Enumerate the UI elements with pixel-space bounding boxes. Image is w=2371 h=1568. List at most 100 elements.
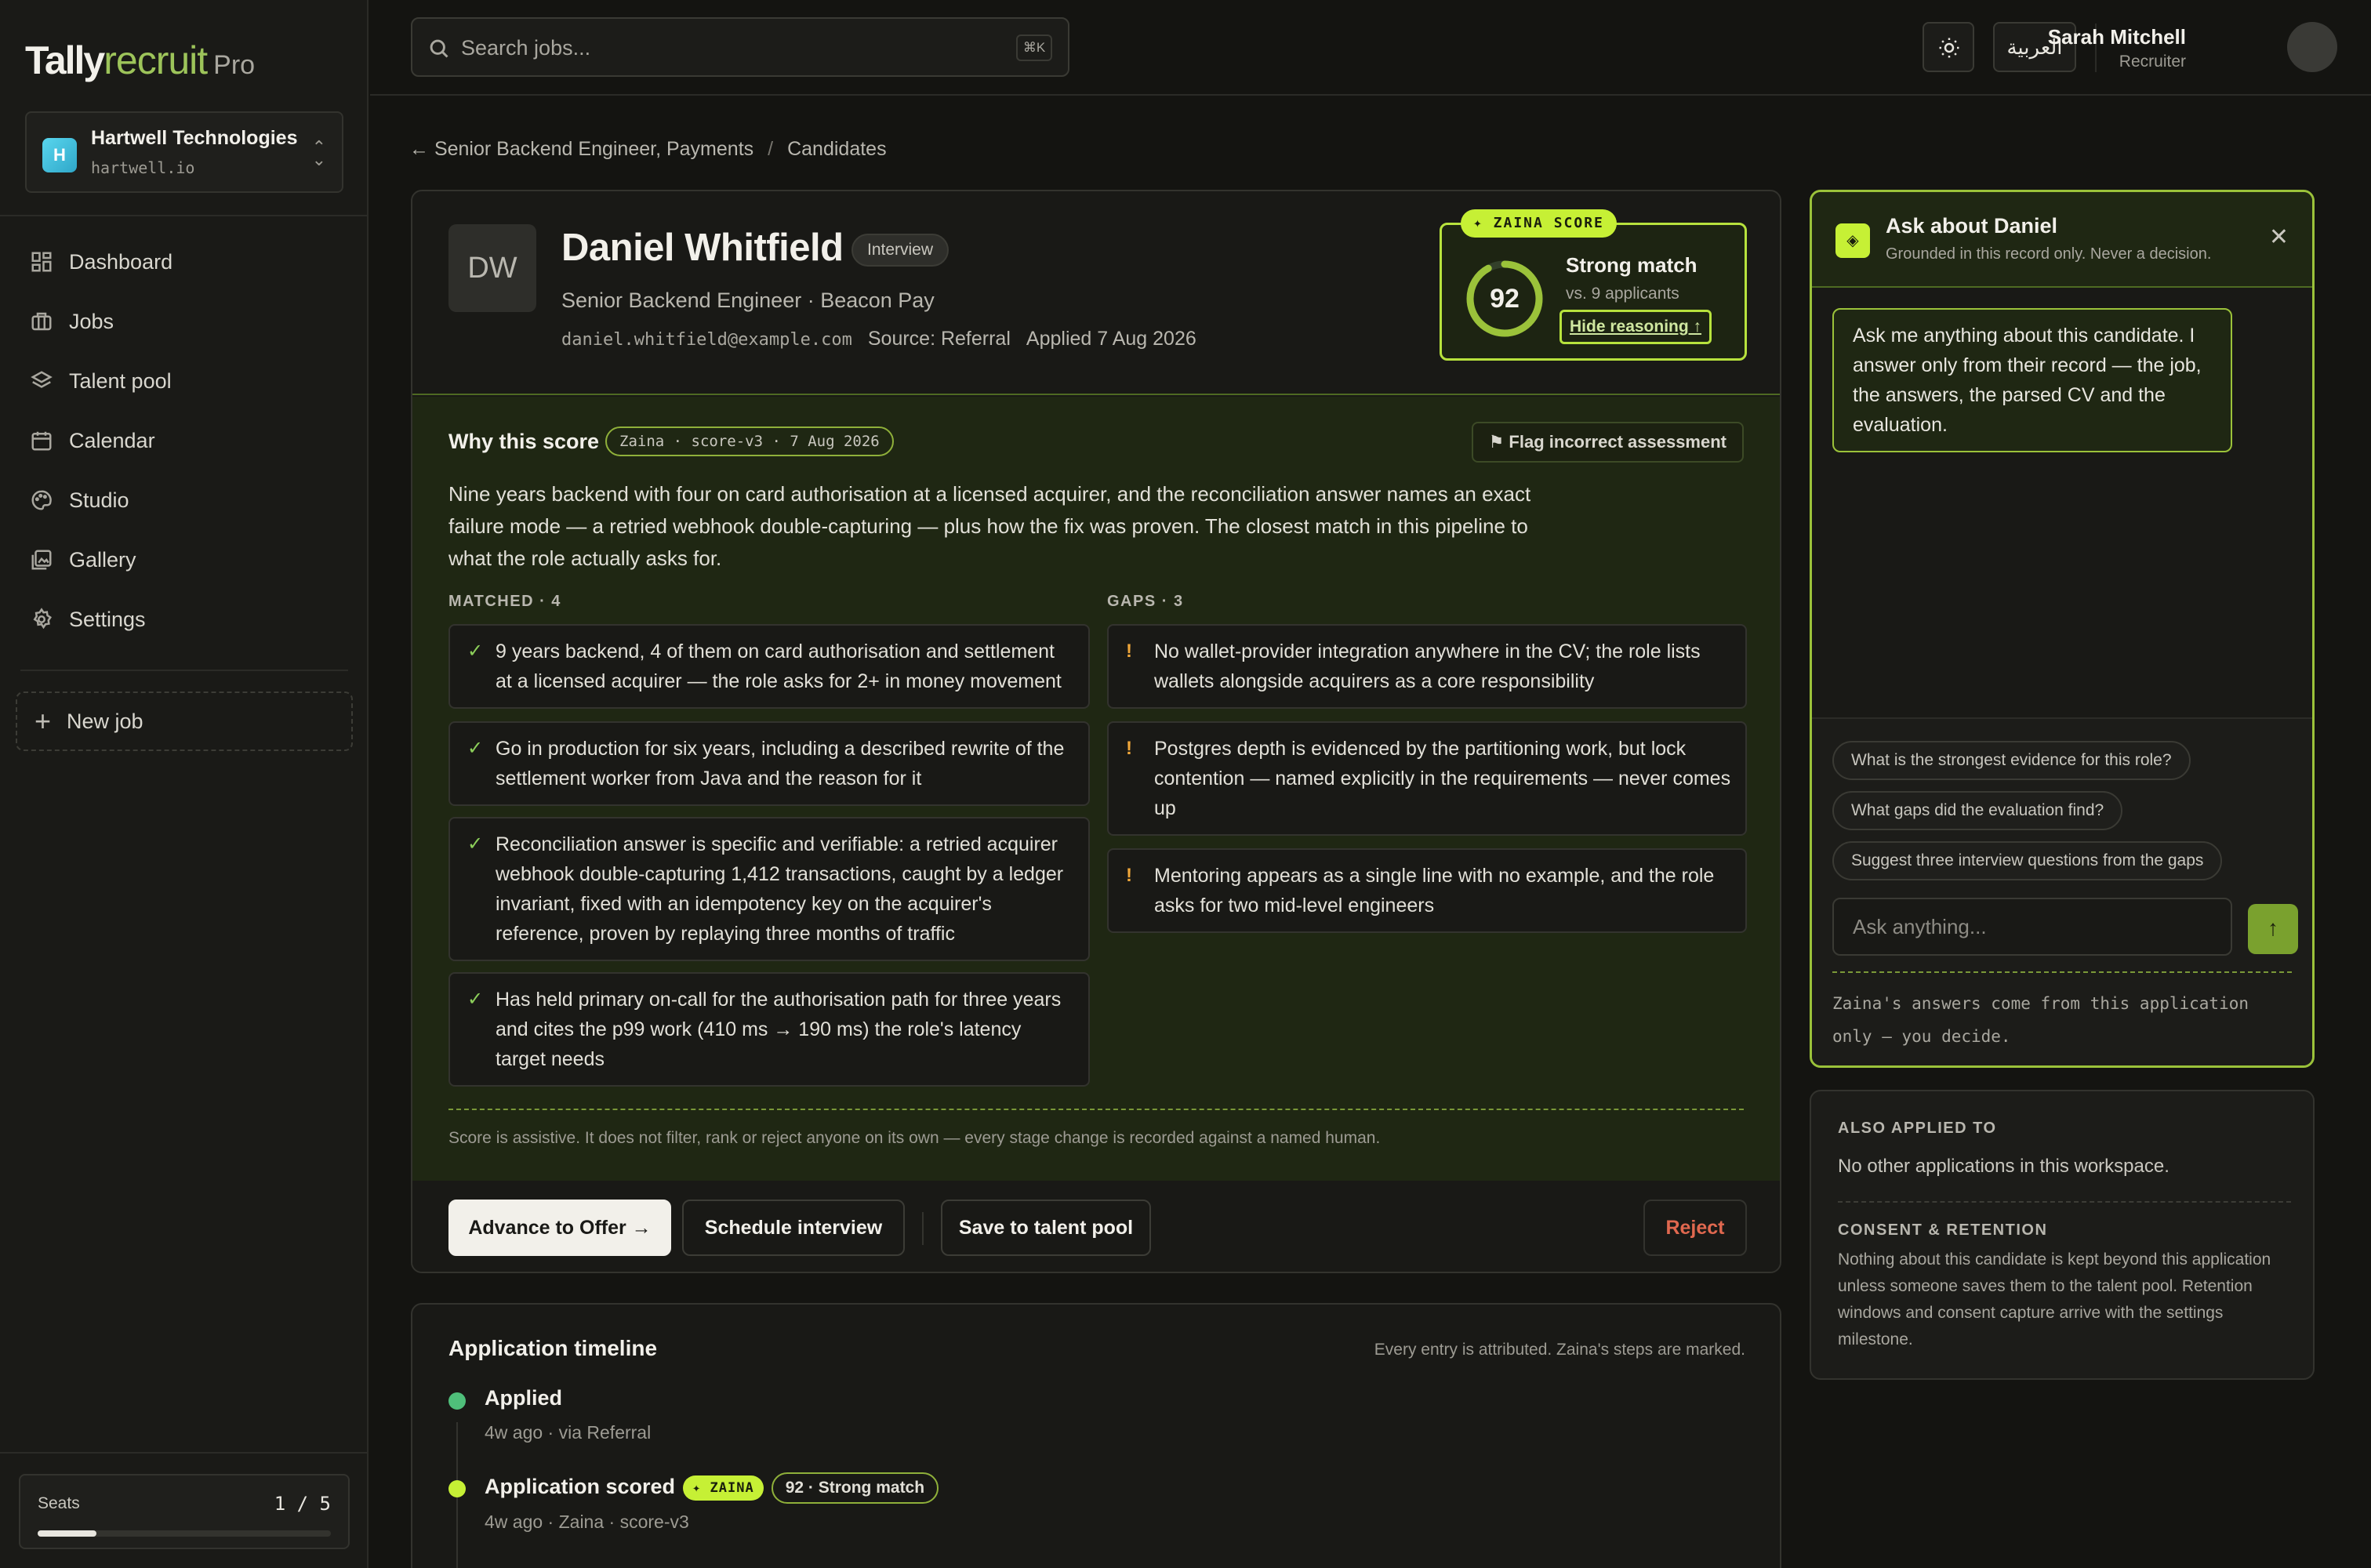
close-icon[interactable]: ✕ [2269, 223, 2289, 251]
consent-text: Nothing about this candidate is kept bey… [1838, 1250, 2271, 1348]
also-applied-text: No other applications in this workspace. [1838, 1156, 2169, 1177]
score-value: 92 [1490, 284, 1520, 314]
send-button[interactable]: ↑ [2248, 904, 2298, 954]
theme-toggle-button[interactable] [1923, 22, 1974, 72]
score-version-tag: Zaina · score-v3 · 7 Aug 2026 [605, 426, 894, 456]
nav-label: Dashboard [69, 249, 173, 274]
timeline-note: Every entry is attributed. Zaina's steps… [1374, 1341, 1745, 1359]
divider [448, 1109, 1744, 1110]
nav-item-settings[interactable]: Settings [16, 594, 353, 644]
nav-item-studio[interactable]: Studio [16, 475, 353, 525]
timeline-event-sub: 4w ago · via Referral [485, 1422, 652, 1443]
matched-item: ✓ Go in production for six years, includi… [448, 721, 1090, 806]
user-name: Sarah Mitchell [2047, 25, 2186, 49]
breadcrumb-current: Candidates [787, 138, 887, 160]
candidate-role: Senior Backend Engineer · Beacon Pay [561, 289, 935, 312]
schedule-interview-button[interactable]: Schedule interview [682, 1200, 905, 1256]
search-icon [430, 39, 448, 58]
seats-value: 1 / 5 [274, 1493, 331, 1515]
save-to-talent-pool-button[interactable]: Save to talent pool [941, 1200, 1151, 1256]
timeline-dot [448, 1480, 466, 1497]
matched-header: MATCHED · 4 [448, 593, 561, 610]
reject-button[interactable]: Reject [1643, 1200, 1747, 1256]
divider [1838, 1201, 2291, 1203]
score-summary: Nine years backend with four on card aut… [448, 482, 1531, 570]
nav-item-talent-pool[interactable]: Talent pool [16, 356, 353, 406]
ask-input[interactable]: Ask anything... [1832, 898, 2232, 956]
candidate-header: DW Daniel Whitfield Interview Senior Bac… [412, 191, 1780, 395]
briefcase-icon [31, 312, 52, 331]
logo-tier: Pro [213, 50, 256, 80]
timeline-event-title: Applied [485, 1386, 562, 1410]
candidate-name: Daniel Whitfield [561, 227, 844, 269]
matched-item-text: Go in production for six years, includin… [496, 738, 1065, 789]
seats-widget: Seats 1 / 5 [19, 1474, 350, 1549]
assistant-message: Ask me anything about this candidate. I … [1832, 308, 2232, 452]
nav-item-jobs[interactable]: Jobs [16, 296, 353, 347]
application-timeline: Application timeline Every entry is attr… [411, 1303, 1781, 1568]
search-placeholder: Search jobs... [461, 36, 591, 60]
score-compare: vs. 9 applicants [1566, 285, 1679, 303]
matched-item: ✓ Has held primary on-call for the author… [448, 972, 1090, 1087]
zaina-badge: ✦ ZAINA [683, 1475, 764, 1501]
gap-item-text: No wallet-provider integration anywhere … [1154, 641, 1701, 692]
nav-item-gallery[interactable]: Gallery [16, 535, 353, 585]
matched-item: ✓ Reconciliation answer is specific and v… [448, 817, 1090, 961]
breadcrumb-back-link[interactable]: ← Senior Backend Engineer, Payments [409, 138, 753, 160]
warning-icon: ! [1126, 738, 1132, 759]
suggestion-chip[interactable]: What is the strongest evidence for this … [1832, 741, 2191, 780]
new-job-button[interactable]: + New job [16, 691, 353, 751]
new-job-label: New job [67, 709, 143, 733]
seats-label: Seats [38, 1494, 80, 1512]
candidate-side-info: ALSO APPLIED TO No other applications in… [1810, 1090, 2315, 1380]
dashboard-icon [31, 252, 52, 272]
divider [0, 1452, 369, 1454]
suggestion-chip[interactable]: Suggest three interview questions from t… [1832, 841, 2223, 880]
timeline-event-sub: 4w ago · Zaina · score-v3 [485, 1512, 689, 1532]
org-switcher[interactable]: H Hartwell Technologies hartwell.io ⌃ ⌄ [25, 111, 343, 193]
logo-accent: recruit [103, 38, 208, 82]
candidate-meta: daniel.whitfield@example.com Source: Refe… [561, 328, 1196, 350]
search-shortcut: ⌘K [1016, 34, 1052, 61]
matched-item-text: Reconciliation answer is specific and ve… [496, 833, 1064, 945]
warning-icon: ! [1126, 641, 1132, 662]
hide-reasoning-button[interactable]: Hide reasoning ↑ [1559, 310, 1712, 344]
flag-assessment-button[interactable]: ⚑ Flag incorrect assessment [1471, 422, 1744, 463]
gap-item: ! Postgres depth is evidenced by the part… [1107, 721, 1747, 836]
nav-label: Studio [69, 488, 129, 512]
user-role: Recruiter [2119, 53, 2186, 71]
ask-panel-subtitle: Grounded in this record only. Never a de… [1886, 245, 2212, 263]
candidate-email[interactable]: daniel.whitfield@example.com [561, 330, 852, 350]
candidate-avatar: DW [448, 224, 536, 312]
why-this-score-section: Why this score Zaina · score-v3 · 7 Aug … [412, 397, 1780, 1181]
advance-to-offer-button[interactable]: Advance to Offer → [448, 1200, 671, 1256]
score-pill: 92 · Strong match [771, 1472, 939, 1504]
also-applied-header: ALSO APPLIED TO [1838, 1120, 1997, 1137]
gallery-icon [31, 550, 52, 570]
divider [1832, 971, 2292, 973]
nav-label: Settings [69, 607, 146, 631]
suggestion-chip[interactable]: What gaps did the evaluation find? [1832, 791, 2123, 830]
candidate-card: DW Daniel Whitfield Interview Senior Bac… [411, 190, 1781, 1273]
timeline-dot [448, 1392, 466, 1410]
gap-item-text: Postgres depth is evidenced by the parti… [1154, 738, 1731, 819]
nav-item-dashboard[interactable]: Dashboard [16, 237, 353, 287]
matched-item-text: 9 years backend, 4 of them on card autho… [496, 641, 1062, 692]
timeline-event: Application scored ✦ ZAINA 92 · Strong mat… [485, 1472, 939, 1504]
layers-icon [31, 371, 53, 388]
warning-icon: ! [1126, 865, 1132, 886]
org-domain: hartwell.io [91, 158, 195, 177]
topbar: Search jobs... ⌘K العربية Sarah Mitchell… [370, 0, 2371, 96]
nav-item-calendar[interactable]: Calendar [16, 416, 353, 466]
app-logo[interactable]: Tallyrecruit Pro [25, 38, 255, 83]
nav-label: Jobs [69, 309, 114, 333]
avatar[interactable] [2287, 22, 2337, 72]
search-input[interactable]: Search jobs... ⌘K [411, 17, 1069, 77]
gear-icon [33, 608, 52, 630]
nav-label: Calendar [69, 428, 155, 452]
check-icon: ✓ [467, 738, 484, 759]
matched-item: ✓ 9 years backend, 4 of them on card auth… [448, 624, 1090, 709]
gaps-header: GAPS · 3 [1107, 593, 1184, 610]
plus-icon: + [34, 705, 52, 737]
user-menu[interactable]: Sarah Mitchell Recruiter [2048, 25, 2186, 71]
